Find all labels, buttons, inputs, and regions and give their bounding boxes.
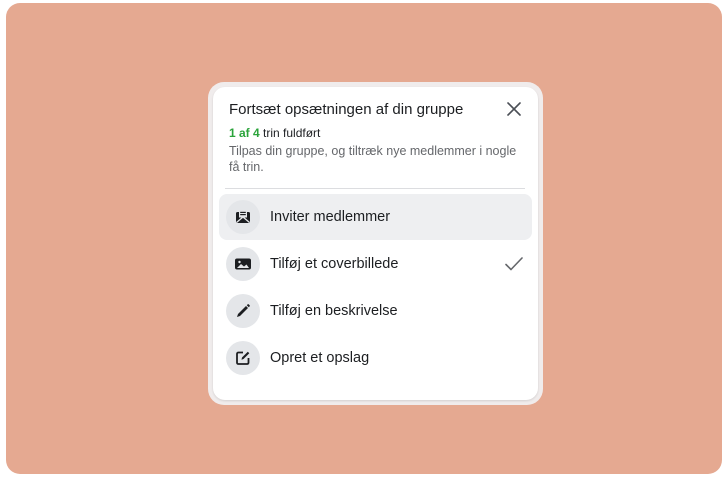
step-label: Inviter medlemmer: [270, 209, 391, 225]
invite-envelope-icon: [226, 200, 260, 234]
step-label: Tilføj en beskrivelse: [270, 303, 398, 319]
group-setup-dialog: Fortsæt opsætningen af din gruppe 1 af 4…: [213, 87, 538, 400]
step-label: Opret et opslag: [270, 350, 370, 366]
group-setup-card: Fortsæt opsætningen af din gruppe 1 af 4…: [208, 82, 543, 405]
edit-post-icon: [226, 341, 260, 375]
step-label: Tilføj et coverbillede: [270, 256, 399, 272]
dialog-header: Fortsæt opsætningen af din gruppe 1 af 4…: [229, 87, 526, 191]
close-button[interactable]: [502, 97, 526, 121]
dialog-title: Fortsæt opsætningen af din gruppe: [229, 101, 464, 118]
progress-suffix: trin fuldført: [263, 126, 321, 140]
setup-steps-list: Inviter medlemmer Tilføj et coverbillede: [219, 194, 532, 382]
page-background: Fortsæt opsætningen af din gruppe 1 af 4…: [6, 3, 722, 474]
progress-count: 1 af 4: [229, 126, 260, 140]
pencil-icon: [226, 294, 260, 328]
step-add-description[interactable]: Tilføj en beskrivelse: [219, 288, 532, 334]
step-create-post[interactable]: Opret et opslag: [219, 335, 532, 381]
step-invite-members[interactable]: Inviter medlemmer: [219, 194, 532, 240]
image-icon: [226, 247, 260, 281]
checkmark-icon: [502, 252, 526, 276]
close-icon: [507, 102, 521, 116]
header-divider: [225, 188, 525, 189]
step-add-cover-photo[interactable]: Tilføj et coverbillede: [219, 241, 532, 287]
dialog-description: Tilpas din gruppe, og tiltræk nye medlem…: [229, 144, 517, 174]
progress-text: 1 af 4 trin fuldført: [229, 125, 320, 141]
